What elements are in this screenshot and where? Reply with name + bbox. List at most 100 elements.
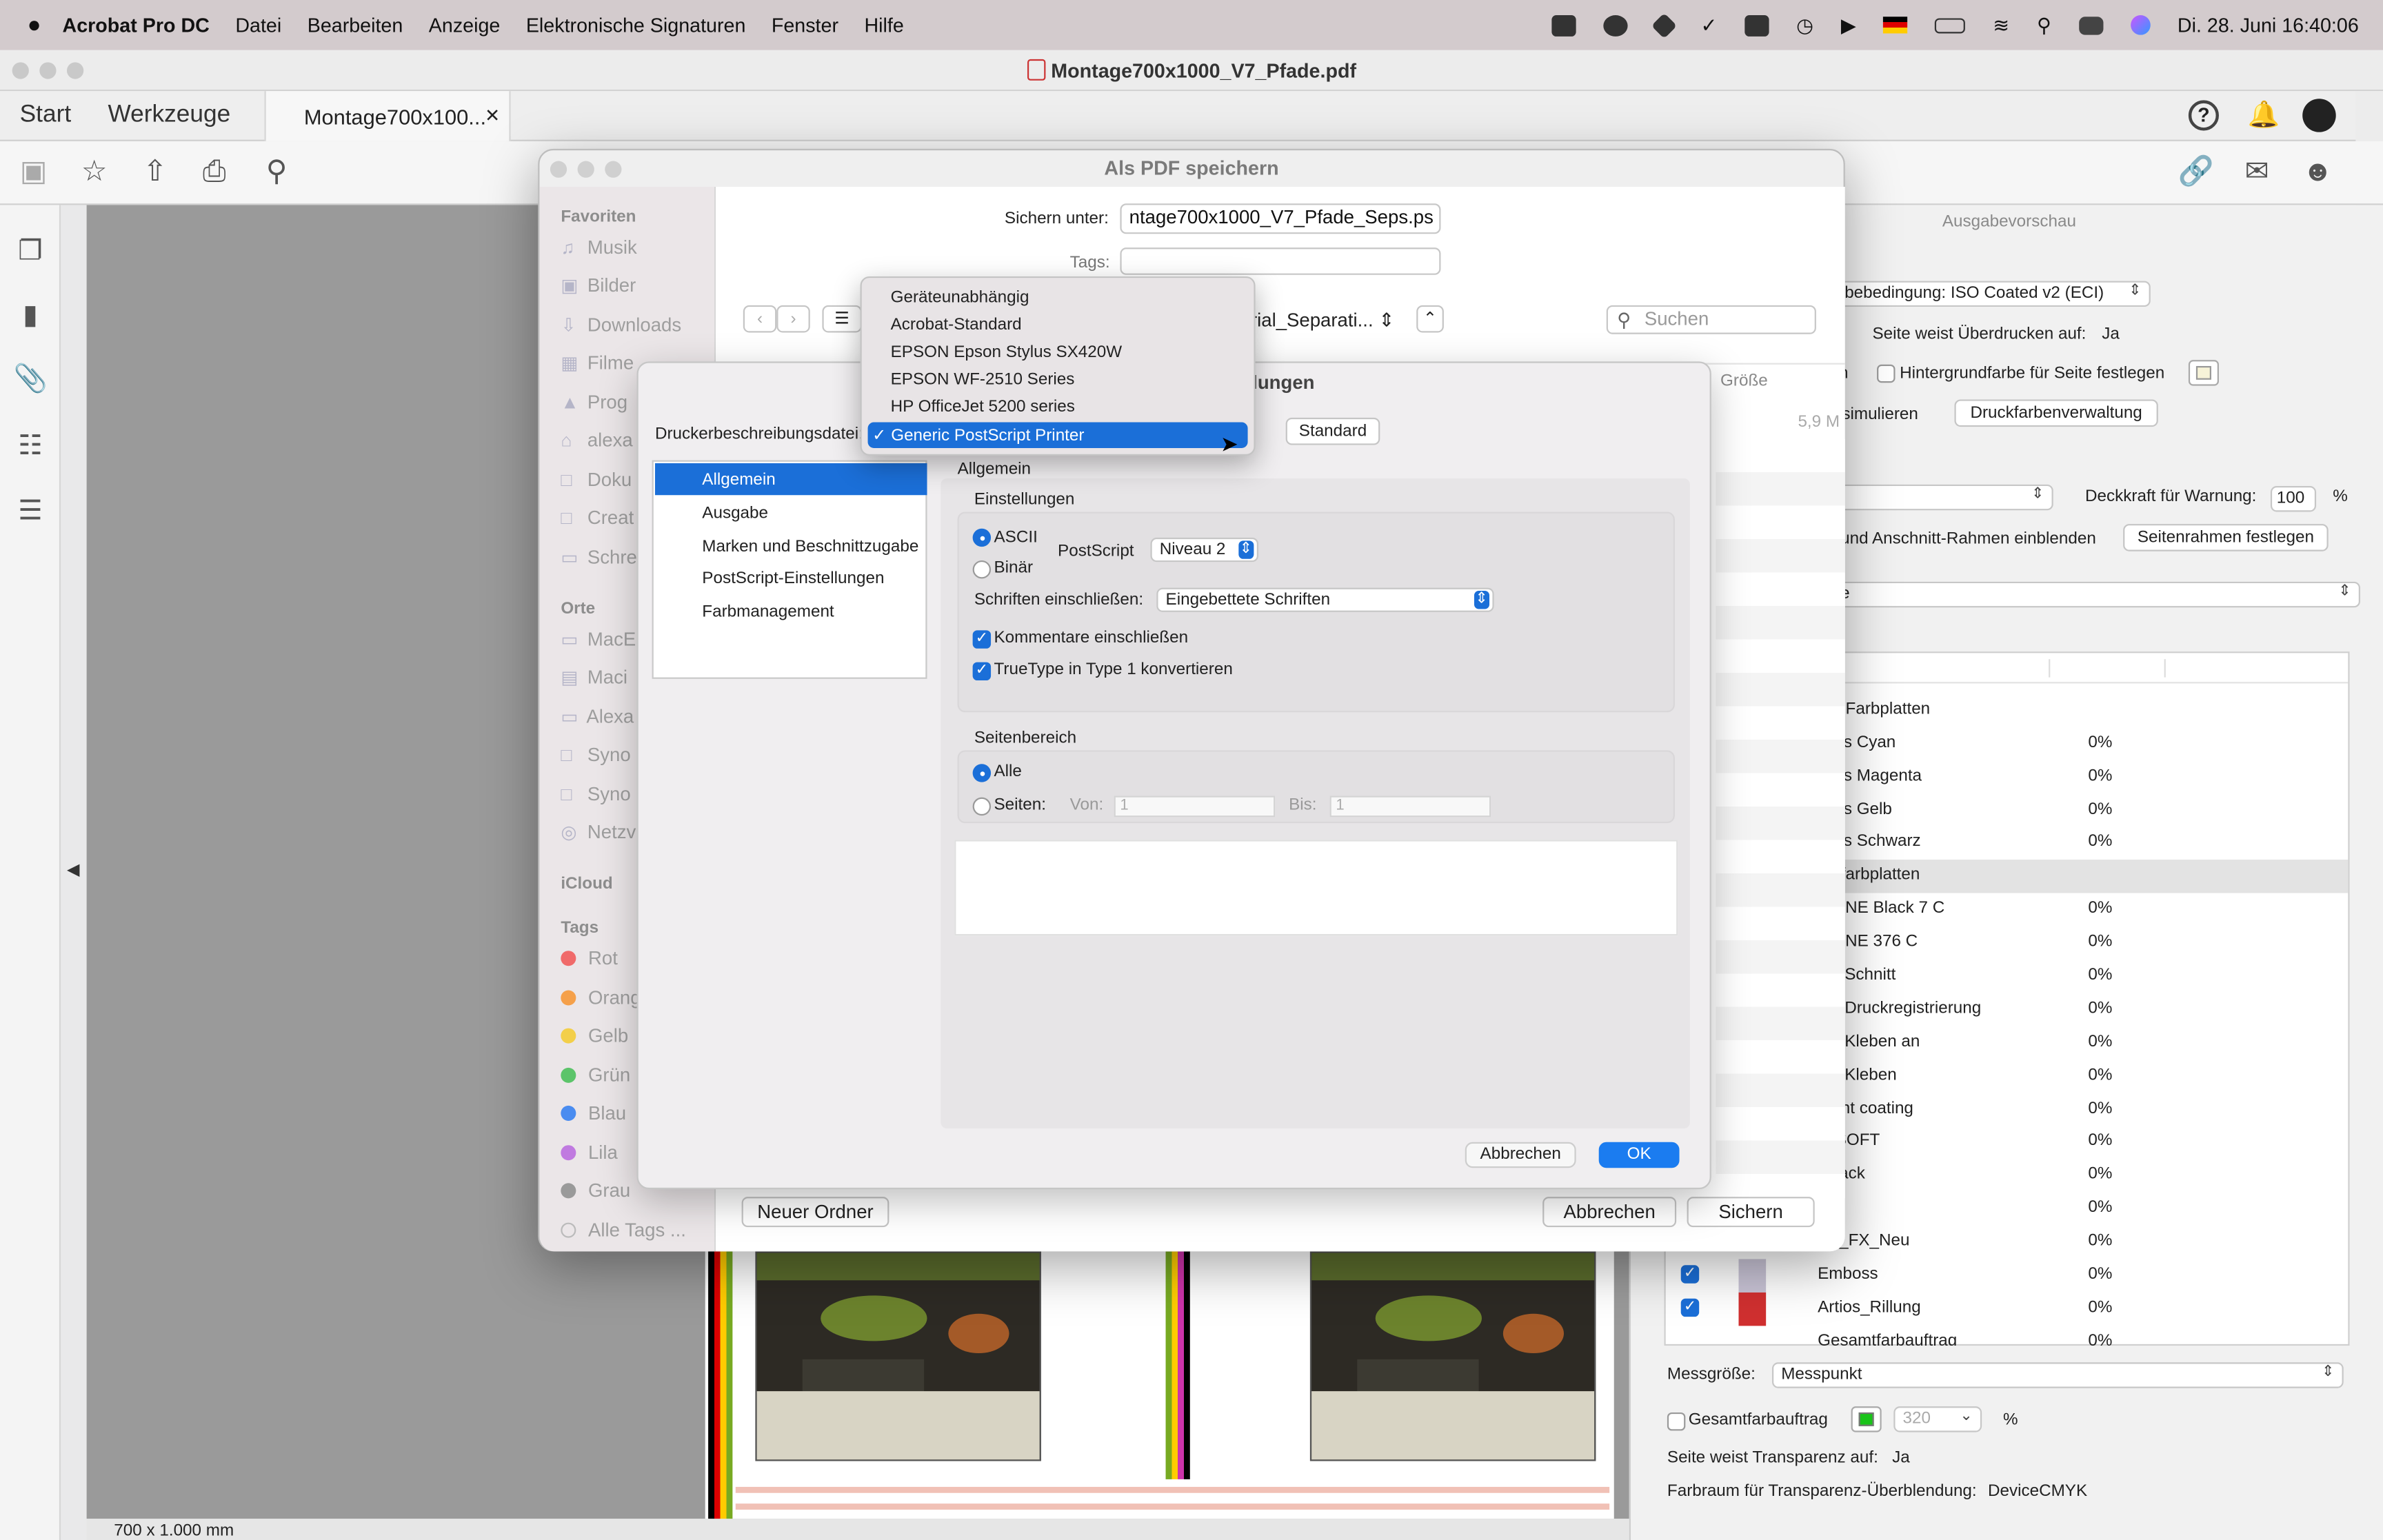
ink-row[interactable]: ✓ Emboss 0% (1666, 1259, 2349, 1293)
list-view-icon[interactable]: ☰ (822, 305, 862, 333)
sidebar-tag-gruen[interactable]: Grün (561, 1064, 630, 1086)
menu-app-name[interactable]: Acrobat Pro DC (63, 14, 210, 37)
add-user-icon[interactable]: ☻ (2301, 156, 2334, 190)
tab-werkzeuge[interactable]: Werkzeuge (108, 102, 230, 130)
sidebar-item-filme[interactable]: ▦ Filme (561, 352, 634, 374)
tab-start[interactable]: Start (20, 102, 71, 130)
zoom-search-icon[interactable]: ⚲ (260, 156, 293, 190)
sidebar-place-item[interactable]: ◎ Netzv (561, 822, 636, 843)
play-icon[interactable]: ▶ (1841, 13, 1856, 37)
control-center-icon[interactable] (2078, 16, 2103, 34)
comments-checkbox[interactable]: ✓ (972, 630, 992, 649)
bookmark-star-icon[interactable]: ☆ (77, 156, 110, 190)
menu-hilfe[interactable]: Hilfe (864, 14, 903, 37)
app-status-icon[interactable] (1551, 14, 1576, 36)
siri-icon[interactable] (2130, 15, 2151, 35)
fonts-select[interactable]: Eingebettete Schriften ⇕ (1156, 587, 1494, 612)
sidebar-place-item[interactable]: ▭ MacE (561, 629, 636, 650)
tab-document[interactable]: Montage700x100... ✕ (264, 91, 511, 141)
collapse-chevron-up-icon[interactable]: ⌃ (1416, 305, 1444, 333)
menu-bearbeiten[interactable]: Bearbeiten (308, 14, 403, 37)
preview-mode-select[interactable]: ⇕ (1831, 484, 2053, 511)
sidebar-place-item[interactable]: ▭ Alexa (561, 706, 634, 727)
from-page-input[interactable]: 1 (1114, 796, 1276, 818)
ppd-option[interactable]: Acrobat-Standard (868, 313, 1248, 338)
close-tab-icon[interactable]: ✕ (485, 105, 500, 126)
set-page-frames-button[interactable]: Seitenrahmen festlegen (2123, 524, 2329, 551)
ppd-option[interactable]: EPSON Epson Stylus SX420W (868, 341, 1248, 366)
forward-button[interactable]: › (776, 305, 810, 333)
upload-cloud-icon[interactable]: ⇧ (139, 156, 172, 190)
category-marken[interactable]: Marken und Beschnittzugabe (655, 530, 927, 562)
menu-signaturen[interactable]: Elektronische Signaturen (526, 14, 746, 37)
total-ink-color-swatch[interactable] (1851, 1406, 1882, 1432)
sidebar-tag-grau[interactable]: Grau (561, 1180, 630, 1202)
sidebar-place-item[interactable]: □ Syno (561, 784, 630, 805)
ppd-option[interactable]: HP OfficeJet 5200 series (868, 395, 1248, 421)
sidebar-tag-rot[interactable]: Rot (561, 948, 618, 969)
opacity-warning-input[interactable]: 100 (2270, 486, 2317, 512)
save-as-filename-input[interactable]: ntage700x1000_V7_Pfade_Seps.ps (1120, 203, 1441, 234)
spotlight-search-icon[interactable]: ⚲ (2037, 13, 2051, 37)
ink-visible-checkbox[interactable]: ✓ (1680, 1265, 1700, 1284)
menu-fenster[interactable]: Fenster (772, 14, 838, 37)
menu-datei[interactable]: Datei (235, 14, 281, 37)
total-ink-checkbox[interactable] (1667, 1412, 1686, 1431)
apple-icon[interactable]: ● (28, 12, 41, 38)
ascii-radio[interactable] (972, 528, 992, 547)
sidebar-item-dokumente[interactable]: □ Doku (561, 469, 632, 491)
user-avatar[interactable] (2302, 99, 2336, 132)
sidebar-item-creative-cloud[interactable]: □ Creat (561, 507, 634, 529)
save-dialog-cancel-button[interactable]: Abbrechen (1542, 1197, 1677, 1228)
total-ink-value-select[interactable]: 320 ⌄ (1893, 1406, 1982, 1432)
save-button[interactable]: Sichern (1687, 1197, 1815, 1228)
time-machine-icon[interactable]: ◷ (1796, 13, 1813, 37)
new-folder-button[interactable]: Neuer Ordner (741, 1197, 889, 1228)
sidebar-item-bilder[interactable]: ▣ Bilder (561, 275, 636, 296)
bookmarks-icon[interactable]: ▮ (14, 299, 47, 332)
wifi-icon[interactable]: ≋ (1993, 13, 2009, 37)
keyboard-layout-flag-icon[interactable] (1883, 17, 1908, 34)
sidebar-item-programme[interactable]: ▲ Prog (561, 392, 627, 413)
sidebar-item-schreibtisch[interactable]: ▭ Schre (561, 547, 637, 568)
sidebar-tag-lila[interactable]: Lila (561, 1142, 618, 1164)
category-postscript[interactable]: PostScript-Einstellungen (655, 562, 927, 594)
binary-radio[interactable] (972, 560, 992, 579)
to-page-input[interactable]: 1 (1329, 796, 1491, 818)
layers-structure-icon[interactable]: ☷ (14, 430, 47, 463)
ppd-option-selected[interactable]: ✓ Generic PostScript Printer (867, 422, 1248, 448)
standard-button[interactable]: Standard (1285, 417, 1380, 445)
sidebar-tag-blau[interactable]: Blau (561, 1103, 626, 1124)
sidebar-item-downloads[interactable]: ⇩ Downloads (561, 314, 681, 336)
sidebar-tag-orange[interactable]: Orang (561, 987, 641, 1009)
sidebar-all-tags[interactable]: Alle Tags ... (561, 1219, 686, 1241)
ok-button[interactable]: OK (1598, 1142, 1680, 1168)
all-pages-radio[interactable] (972, 764, 992, 782)
preview-options-select[interactable]: e ⇕ (1831, 581, 2360, 608)
menubar-clock[interactable]: Di. 28. Juni 16:40:06 (2178, 14, 2359, 37)
tags-input[interactable] (1120, 247, 1441, 275)
postscript-level-select[interactable]: Niveau 2 ⇕ (1150, 537, 1258, 563)
ink-row[interactable]: ✓ Artios_Rillung 0% (1666, 1292, 2349, 1326)
battery-icon[interactable] (1935, 17, 1966, 33)
category-allgemein[interactable]: Allgemein (654, 463, 927, 496)
measure-select[interactable]: Messpunkt ⇕ (1771, 1362, 2344, 1388)
location-select[interactable]: rial_Separati... ⇕ (1251, 308, 1394, 331)
menu-anzeige[interactable]: Anzeige (429, 14, 501, 37)
ppd-option[interactable]: Geräteunabhängig (868, 285, 1248, 311)
ink-row[interactable]: Gesamtfarbauftrag 0% (1666, 1326, 2349, 1346)
help-icon[interactable]: ? (2188, 100, 2219, 131)
sidebar-item-home[interactable]: ⌂ alexa (561, 430, 632, 452)
pages-radio[interactable] (972, 797, 992, 816)
attachments-paperclip-icon[interactable]: 📎 (14, 363, 48, 396)
category-farbmanagement[interactable]: Farbmanagement (655, 596, 927, 627)
sidebar-place-item[interactable]: ▤ Maci (561, 667, 627, 688)
category-ausgabe[interactable]: Ausgabe (655, 496, 927, 528)
save-icon[interactable]: ▣ (17, 156, 50, 190)
pen-icon[interactable]: ✓ (1701, 13, 1718, 37)
document-properties-icon[interactable]: ☰ (14, 495, 47, 528)
sidebar-place-item[interactable]: □ Syno (561, 744, 630, 766)
creative-cloud-icon[interactable] (1603, 14, 1628, 36)
ink-visible-checkbox[interactable]: ✓ (1680, 1298, 1700, 1317)
pages-thumbnails-icon[interactable]: ❐ (14, 235, 47, 268)
